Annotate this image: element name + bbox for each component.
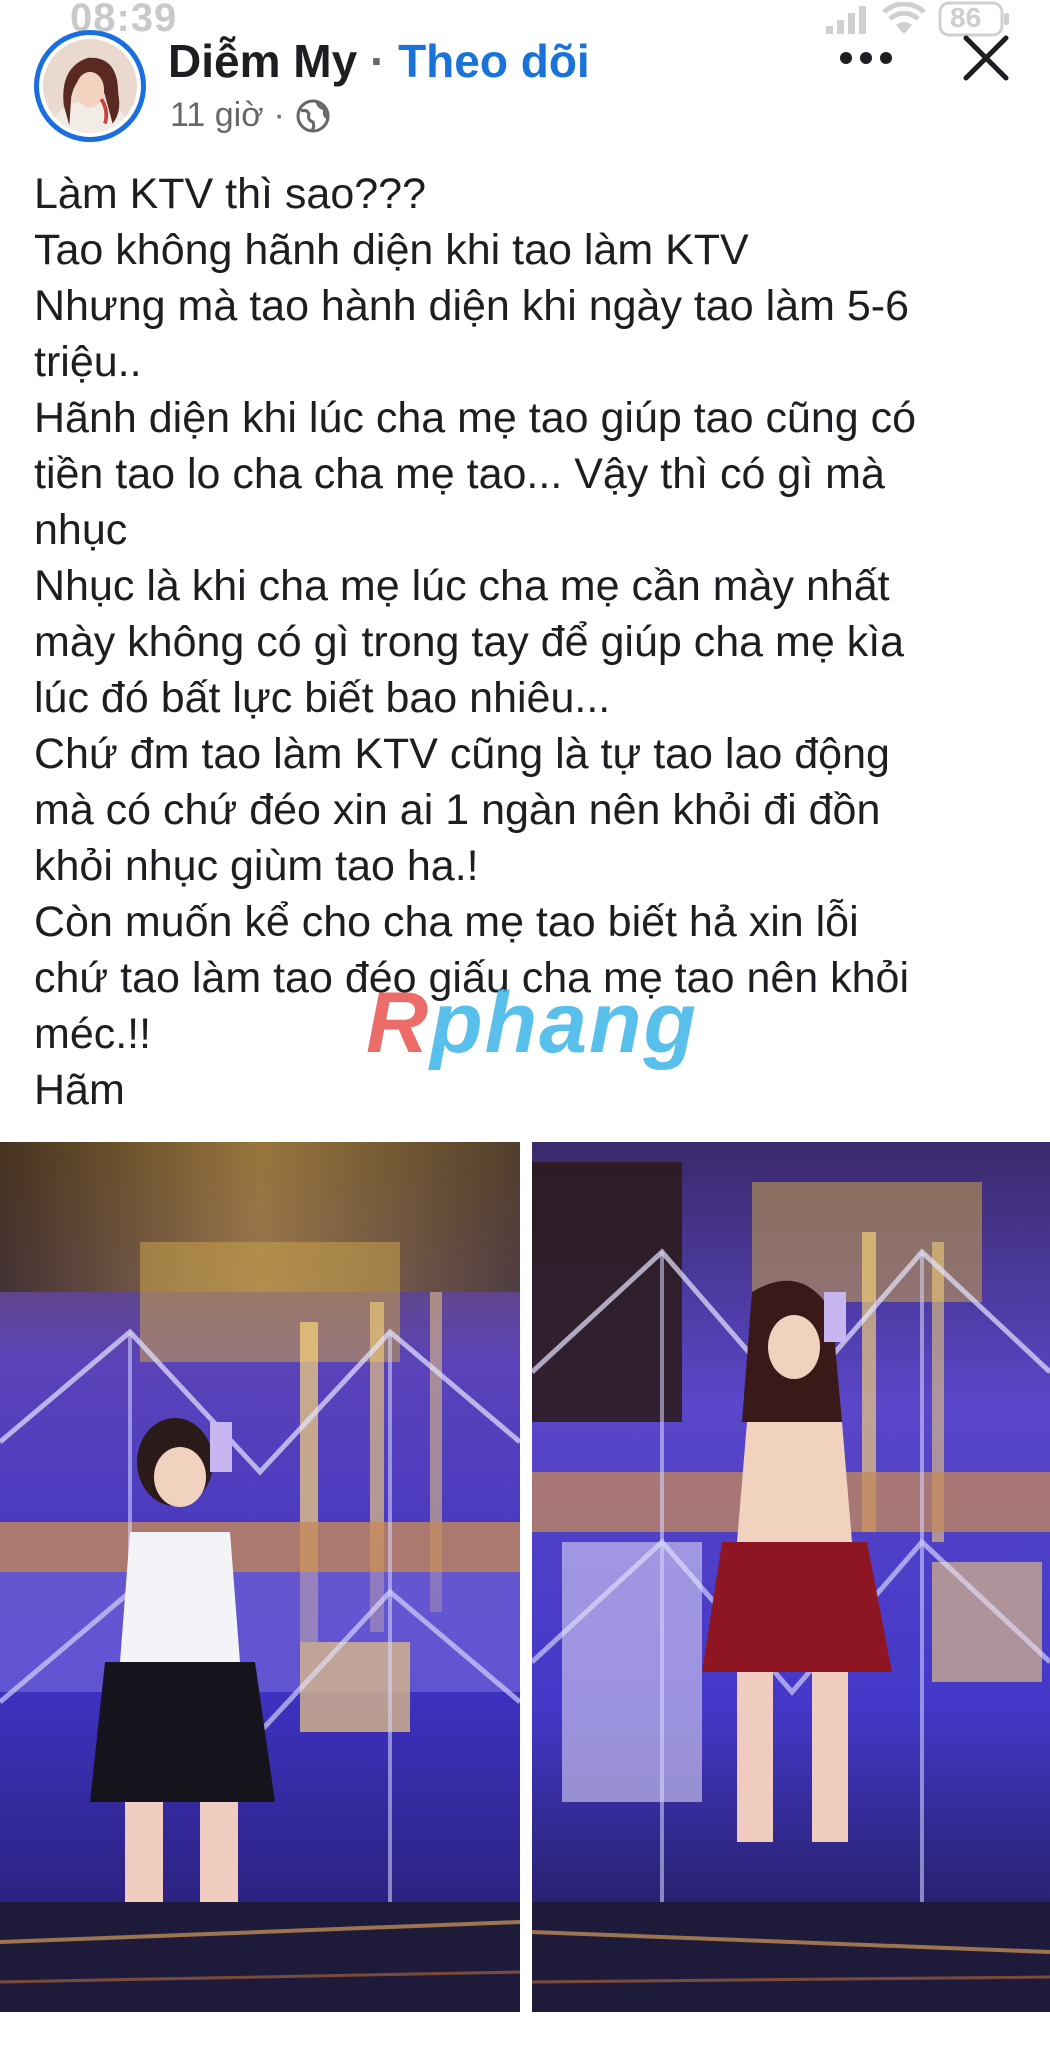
post-line: lúc đó bất lực biết bao nhiêu...: [34, 674, 611, 722]
avatar-photo: [43, 39, 137, 133]
watermark-part-a: R: [366, 975, 431, 1071]
follow-button[interactable]: Theo dõi: [398, 35, 590, 87]
post-line: Nhục là khi cha mẹ lúc cha mẹ cần mày nh…: [34, 562, 890, 610]
post-meta: 11 giờ ·: [170, 96, 331, 135]
author-separator: ·: [369, 35, 386, 87]
battery-level: 86: [950, 2, 982, 33]
watermark-logo: Rphang: [366, 974, 698, 1073]
post-line: Làm KTV thì sao???: [34, 170, 426, 218]
avatar[interactable]: [34, 30, 146, 142]
globe-icon: [296, 99, 330, 132]
post-line: mà có chứ đéo xin ai 1 ngàn nên khỏi đi …: [34, 786, 881, 834]
post-photo-right[interactable]: [532, 1142, 1050, 2012]
author-line: Diễm My · Theo dõi: [168, 34, 590, 88]
author-name[interactable]: Diễm My: [168, 35, 357, 87]
meta-separator: ·: [273, 96, 285, 134]
post-line: nhục: [34, 506, 128, 554]
close-icon[interactable]: [962, 34, 1010, 82]
post-timestamp[interactable]: 11 giờ: [170, 96, 264, 135]
post-photo-left[interactable]: [0, 1142, 520, 2012]
screen: 08:39 86 Diễm My · Theo dõi 11 giờ · Làm…: [0, 0, 1050, 2048]
post-line: Còn muốn kể cho cha mẹ tao biết hả xin l…: [34, 898, 859, 946]
cellular-signal-icon: [826, 6, 866, 34]
post-line: triệu..: [34, 338, 142, 386]
status-bar: 08:39 86: [0, 0, 1050, 40]
post-line: Hãnh diện khi lúc cha mẹ tao giúp tao cũ…: [34, 394, 917, 442]
wifi-icon: [882, 2, 926, 34]
post-line: Tao không hãnh diện khi tao làm KTV: [34, 226, 749, 274]
post-line: Chứ đm tao làm KTV cũng là tự tao lao độ…: [34, 730, 890, 778]
post-line: tiền tao lo cha cha mẹ tao... Vậy thì có…: [34, 450, 885, 498]
post-line: mày không có gì trong tay để giúp cha mẹ…: [34, 618, 905, 666]
watermark-part-b: phang: [430, 975, 699, 1071]
photo-right-image: [532, 1142, 1050, 2012]
photo-left-image: [0, 1142, 520, 2012]
post-line: Nhưng mà tao hành diện khi ngày tao làm …: [34, 282, 909, 330]
post-line: khỏi nhục giùm tao ha.!: [34, 842, 479, 890]
more-options-icon[interactable]: [838, 50, 894, 66]
